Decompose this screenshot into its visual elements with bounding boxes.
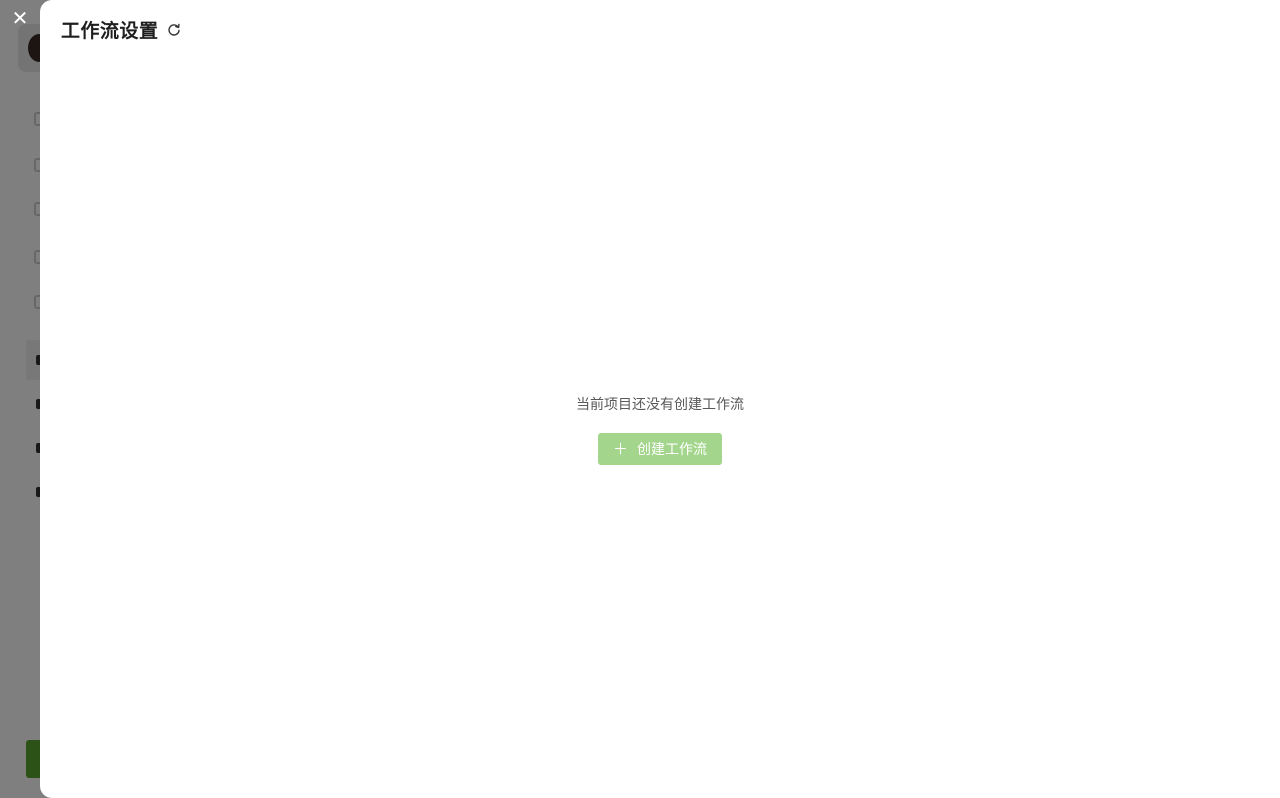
close-icon: ✕ [11,6,29,30]
drawer-title: 工作流设置 [61,20,159,42]
plus-icon: ＋ [612,439,628,458]
empty-state-message: 当前项目还没有创建工作流 [576,397,744,413]
create-workflow-button[interactable]: ＋ 创建工作流 [598,433,722,465]
empty-state: 当前项目还没有创建工作流 ＋ 创建工作流 [40,395,1280,465]
close-drawer-button[interactable]: ✕ [6,6,34,30]
drawer-header: 工作流设置 [61,16,181,43]
create-workflow-label: 创建工作流 [637,442,707,458]
refresh-icon[interactable] [167,23,181,37]
workflow-settings-drawer: 工作流设置 当前项目还没有创建工作流 ＋ 创建工作流 [40,0,1280,798]
